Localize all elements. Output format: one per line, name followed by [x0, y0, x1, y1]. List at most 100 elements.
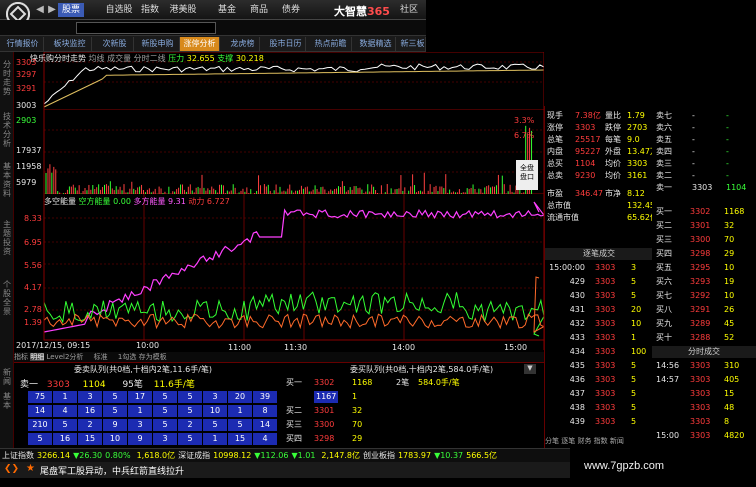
queue-cell[interactable]: 1: [203, 433, 227, 445]
search-input[interactable]: [76, 22, 216, 34]
buy-row-price[interactable]: 3301: [314, 405, 334, 417]
queue-cell[interactable]: 5: [203, 419, 227, 431]
side-tab-panorama[interactable]: 个股全景: [1, 280, 13, 316]
queue-cell[interactable]: 1: [53, 391, 77, 403]
bottom-tab-level2[interactable]: Level2分析: [46, 353, 83, 361]
bottom-tab-check[interactable]: 1勾选: [118, 353, 136, 361]
queue-cell[interactable]: 4: [53, 405, 77, 417]
queue-cell[interactable]: 15: [228, 433, 252, 445]
queue-cell[interactable]: 5: [103, 391, 127, 403]
trades-title[interactable]: 逐笔成交: [545, 248, 653, 260]
marquee-arrows-icon[interactable]: ❮❯: [4, 464, 19, 474]
queue-cell[interactable]: 5: [28, 433, 52, 445]
queue-cell[interactable]: 9: [128, 433, 152, 445]
queue-cell[interactable]: 1: [128, 405, 152, 417]
queue-dropdown-icon[interactable]: ▼: [524, 364, 536, 374]
queue-cell[interactable]: 210: [28, 419, 52, 431]
index-change: ▼10.37: [434, 451, 464, 460]
queue-cell[interactable]: 1: [228, 405, 252, 417]
tab-new-stocks[interactable]: 次新股: [96, 37, 134, 51]
menu-index[interactable]: 指数: [136, 3, 164, 17]
queue-cell[interactable]: 10: [203, 405, 227, 417]
buy-row-price[interactable]: 1167: [314, 391, 339, 403]
side-tab-fundamentals[interactable]: 基本资料: [1, 162, 13, 198]
tab-limit-analysis[interactable]: 涨停分析: [180, 37, 220, 51]
queue-cell[interactable]: 5: [153, 419, 177, 431]
side-tab-news[interactable]: 新闻: [1, 368, 13, 386]
back-arrow-icon[interactable]: ◀: [34, 3, 46, 17]
queue-cell[interactable]: 5: [53, 419, 77, 431]
news-marquee[interactable]: ❮❯ ★ 尾盘军工股异动，中兵红箭直线拉升: [0, 462, 570, 478]
queue-cell[interactable]: 75: [28, 391, 52, 403]
tab-quotes[interactable]: 行情报价: [2, 37, 44, 51]
queue-cell[interactable]: 20: [228, 391, 252, 403]
queue-cell[interactable]: 8: [253, 405, 277, 417]
bottom-tab-detail[interactable]: 明细: [30, 353, 45, 361]
queue-cell[interactable]: 39: [253, 391, 277, 403]
tab-hot-preview[interactable]: 热点前瞻: [310, 37, 352, 51]
chart-legend: 快乐购分时走势 均线 成交量 分时二线 压力 32.655 支撑 30.218: [30, 53, 264, 64]
tab-neeq[interactable]: 新三板: [400, 37, 426, 51]
queue-cell[interactable]: 2: [178, 419, 202, 431]
queue-cell[interactable]: 10: [103, 433, 127, 445]
queue-cell[interactable]: 5: [153, 391, 177, 403]
trade-price: 3303: [595, 291, 616, 300]
queue-cell[interactable]: 16: [53, 433, 77, 445]
queue-cell[interactable]: 5: [153, 405, 177, 417]
queue-cell[interactable]: 17: [128, 391, 152, 403]
quote-footer-tabs[interactable]: 分笔 逐笔 财务 指数 新闻: [545, 436, 653, 446]
menu-community[interactable]: 社区: [396, 3, 422, 17]
menu-bond[interactable]: 债券: [278, 3, 304, 17]
side-tab-intraday[interactable]: 分时走势: [1, 60, 13, 96]
queue-cell[interactable]: 5: [178, 391, 202, 403]
queue-cell[interactable]: 4: [253, 433, 277, 445]
queue-cell[interactable]: 5: [178, 405, 202, 417]
index-name[interactable]: 创业板指: [363, 451, 395, 460]
buy-row-price[interactable]: 3298: [314, 433, 334, 445]
menu-watchlist[interactable]: 自选股: [104, 3, 134, 17]
marquee-text[interactable]: 尾盘军工股异动，中兵红箭直线拉升: [40, 464, 184, 477]
tab-data-pick[interactable]: 数据精选: [356, 37, 396, 51]
side-tab-basic[interactable]: 基本: [1, 392, 13, 410]
queue-cell[interactable]: 3: [203, 391, 227, 403]
queue-cell[interactable]: 15: [78, 433, 102, 445]
buy-row-price[interactable]: 3302: [314, 377, 334, 389]
queue-cell[interactable]: 3: [153, 433, 177, 445]
side-tab-theme[interactable]: 主题投资: [1, 220, 13, 256]
queue-cell[interactable]: 5: [103, 405, 127, 417]
x-label-1100: 11:00: [228, 343, 252, 352]
quote-label: 内盘: [547, 147, 563, 156]
fenshi-price: 3303: [690, 403, 711, 412]
menu-fund[interactable]: 基金: [214, 3, 240, 17]
queue-cell[interactable]: 14: [253, 419, 277, 431]
tab-dragon-tiger[interactable]: 龙虎榜: [226, 37, 260, 51]
full-depth-button[interactable]: 全盘 盘口: [516, 160, 538, 190]
sell-level-volume: -: [726, 171, 729, 180]
tab-market-calendar[interactable]: 股市日历: [266, 37, 306, 51]
trade-time: 437: [569, 389, 585, 398]
queue-cell[interactable]: 3: [128, 419, 152, 431]
queue-cell[interactable]: 5: [178, 433, 202, 445]
tab-ipo[interactable]: 新股申购: [136, 37, 180, 51]
menu-stocks[interactable]: 股票: [58, 3, 84, 17]
queue-cell[interactable]: 3: [78, 391, 102, 403]
side-tab-technical[interactable]: 技术分析: [1, 112, 13, 148]
index-name[interactable]: 上证指数: [2, 451, 34, 460]
menu-hk-us[interactable]: 港美股: [168, 3, 198, 17]
index-name[interactable]: 深证成指: [178, 451, 210, 460]
buy-level-label: 买五: [656, 263, 672, 272]
bottom-tab-indicator[interactable]: 指标: [14, 353, 28, 361]
bottom-tab-save-template[interactable]: 存为模板: [139, 353, 167, 361]
bottom-tab-standard[interactable]: 标准: [94, 353, 108, 361]
menu-commodity[interactable]: 商品: [246, 3, 272, 17]
queue-cell[interactable]: 14: [28, 405, 52, 417]
tab-sector-monitor[interactable]: 板块监控: [48, 37, 92, 51]
queue-cell[interactable]: 2: [78, 419, 102, 431]
queue-cell[interactable]: 5: [228, 419, 252, 431]
fenshi-title[interactable]: 分时成交: [652, 346, 756, 358]
buy-row-price[interactable]: 3300: [314, 419, 334, 431]
buy-level-volume: 10: [724, 263, 735, 272]
queue-cell[interactable]: 9: [103, 419, 127, 431]
forward-arrow-icon[interactable]: ▶: [46, 3, 58, 17]
queue-cell[interactable]: 16: [78, 405, 102, 417]
